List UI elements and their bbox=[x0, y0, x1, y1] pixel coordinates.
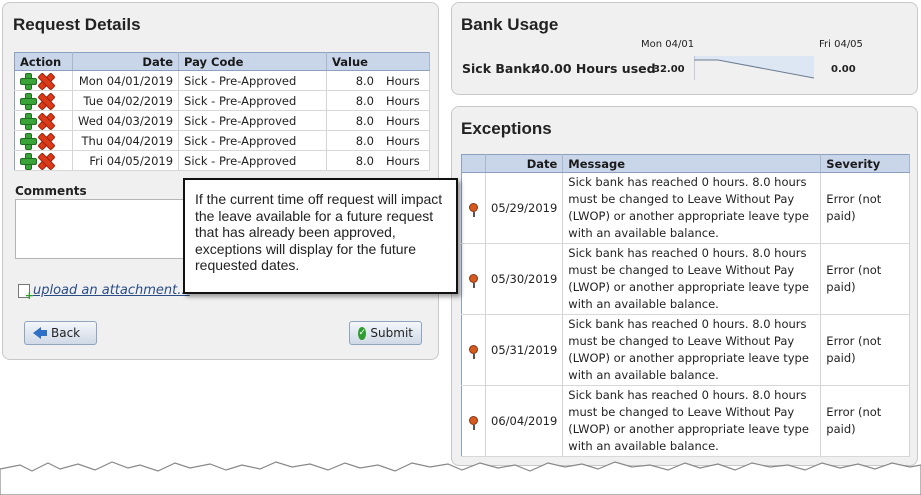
table-row: 05/31/2019 Sick bank has reached 0 hours… bbox=[461, 314, 910, 386]
row-value: 8.0 Hours bbox=[326, 110, 430, 131]
column-action: Action bbox=[14, 52, 73, 71]
bank-end-value: 0.00 bbox=[831, 64, 856, 75]
row-pay-code: Sick - Pre-Approved bbox=[178, 110, 328, 131]
delete-icon[interactable] bbox=[38, 113, 53, 128]
delete-icon[interactable] bbox=[38, 153, 53, 168]
exception-date: 05/30/2019 bbox=[485, 243, 564, 315]
pin-icon[interactable] bbox=[469, 344, 478, 359]
bank-start-value: 32.00 bbox=[653, 64, 685, 75]
column-icon bbox=[461, 154, 486, 173]
exception-severity: Error (not paid) bbox=[820, 314, 910, 386]
back-button-label: Back bbox=[51, 326, 81, 340]
add-icon[interactable] bbox=[20, 73, 37, 90]
row-date: Mon 04/01/2019 bbox=[72, 70, 180, 91]
pin-icon[interactable] bbox=[469, 273, 478, 288]
upload-attachment-link[interactable]: upload an attachment... bbox=[33, 283, 190, 298]
row-value: 8.0 Hours bbox=[326, 130, 430, 151]
attachment-icon bbox=[18, 283, 34, 302]
exception-message: Sick bank has reached 0 hours. 8.0 hours… bbox=[562, 172, 822, 244]
comments-label: Comments bbox=[15, 184, 87, 198]
exception-date: 06/04/2019 bbox=[485, 385, 564, 457]
row-pay-code: Sick - Pre-Approved bbox=[178, 130, 328, 151]
table-row: Wed 04/03/2019 Sick - Pre-Approved 8.0 Ho… bbox=[14, 110, 430, 131]
back-arrow-icon bbox=[33, 327, 47, 339]
sick-bank-label: Sick Bank: bbox=[462, 61, 536, 76]
row-date: Fri 04/05/2019 bbox=[72, 150, 180, 171]
row-pay-code: Sick - Pre-Approved bbox=[178, 150, 328, 171]
bank-start-date: Mon 04/01 bbox=[641, 39, 695, 50]
table-row: Thu 04/04/2019 Sick - Pre-Approved 8.0 Ho… bbox=[14, 130, 430, 151]
bank-usage-panel: Bank Usage Mon 04/01 Fri 04/05 Sick Bank… bbox=[451, 2, 918, 95]
row-date: Thu 04/04/2019 bbox=[72, 130, 180, 151]
row-pay-code: Sick - Pre-Approved bbox=[178, 90, 328, 111]
exception-message: Sick bank has reached 0 hours. 8.0 hours… bbox=[562, 314, 822, 386]
sick-bank-value: 40.00 Hours used bbox=[532, 61, 656, 76]
column-date: Date bbox=[485, 154, 564, 173]
delete-icon[interactable] bbox=[38, 133, 53, 148]
row-value: 8.0 Hours bbox=[326, 70, 430, 91]
bank-usage-sparkline bbox=[694, 56, 814, 80]
row-date: Wed 04/03/2019 bbox=[72, 110, 180, 131]
column-message: Message bbox=[562, 154, 822, 173]
callout-note: If the current time off request will imp… bbox=[183, 178, 458, 294]
add-icon[interactable] bbox=[20, 93, 37, 110]
pin-icon[interactable] bbox=[469, 415, 478, 430]
column-value: Value bbox=[326, 52, 430, 71]
check-icon: ✓ bbox=[358, 326, 367, 340]
exception-severity: Error (not paid) bbox=[820, 172, 910, 244]
exception-message: Sick bank has reached 0 hours. 8.0 hours… bbox=[562, 385, 822, 457]
torn-edge bbox=[0, 461, 921, 495]
add-icon[interactable] bbox=[20, 153, 37, 170]
table-row: 06/04/2019 Sick bank has reached 0 hours… bbox=[461, 385, 910, 457]
request-table: Action Date Pay Code Value Mon 04/01/201… bbox=[14, 52, 430, 171]
table-row: 05/30/2019 Sick bank has reached 0 hours… bbox=[461, 243, 910, 315]
column-date: Date bbox=[72, 52, 180, 71]
exceptions-title: Exceptions bbox=[461, 119, 552, 138]
exception-message: Sick bank has reached 0 hours. 8.0 hours… bbox=[562, 243, 822, 315]
add-icon[interactable] bbox=[20, 133, 37, 150]
table-row: 05/29/2019 Sick bank has reached 0 hours… bbox=[461, 172, 910, 244]
table-row: Fri 04/05/2019 Sick - Pre-Approved 8.0 Ho… bbox=[14, 150, 430, 171]
submit-button-label: Submit bbox=[370, 326, 413, 340]
row-value: 8.0 Hours bbox=[326, 150, 430, 171]
upload-attachment[interactable]: upload an attachment... bbox=[18, 283, 190, 302]
column-severity: Severity bbox=[820, 154, 910, 173]
column-pay-code: Pay Code bbox=[178, 52, 328, 71]
back-button[interactable]: Back bbox=[24, 321, 97, 345]
bank-end-date: Fri 04/05 bbox=[819, 39, 863, 50]
delete-icon[interactable] bbox=[38, 73, 53, 88]
exceptions-panel: Exceptions Date Message Severity 05/29/2… bbox=[451, 106, 918, 466]
table-row: Tue 04/02/2019 Sick - Pre-Approved 8.0 Ho… bbox=[14, 90, 430, 111]
delete-icon[interactable] bbox=[38, 93, 53, 108]
row-value: 8.0 Hours bbox=[326, 90, 430, 111]
exception-severity: Error (not paid) bbox=[820, 385, 910, 457]
table-row: Mon 04/01/2019 Sick - Pre-Approved 8.0 Ho… bbox=[14, 70, 430, 91]
add-icon[interactable] bbox=[20, 113, 37, 130]
exception-date: 05/29/2019 bbox=[485, 172, 564, 244]
bank-usage-title: Bank Usage bbox=[461, 15, 559, 34]
exceptions-table: Date Message Severity 05/29/2019 Sick ba… bbox=[461, 154, 910, 457]
exception-date: 05/31/2019 bbox=[485, 314, 564, 386]
exception-severity: Error (not paid) bbox=[820, 243, 910, 315]
pin-icon[interactable] bbox=[469, 202, 478, 217]
row-date: Tue 04/02/2019 bbox=[72, 90, 180, 111]
submit-button[interactable]: ✓ Submit bbox=[349, 321, 422, 345]
row-pay-code: Sick - Pre-Approved bbox=[178, 70, 328, 91]
request-details-title: Request Details bbox=[13, 15, 141, 34]
